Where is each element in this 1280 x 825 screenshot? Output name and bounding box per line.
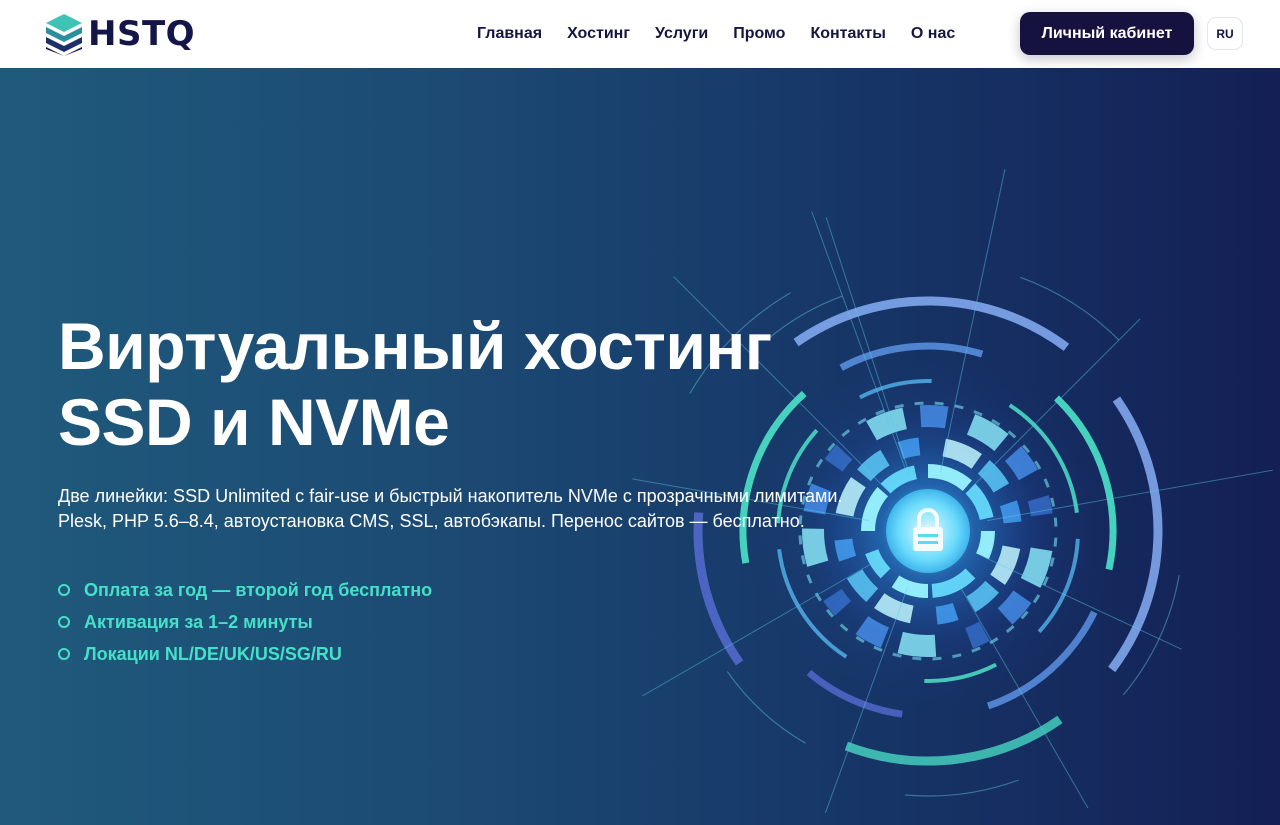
language-switcher[interactable]: RU <box>1207 17 1243 50</box>
nav-item-about[interactable]: О нас <box>911 25 955 43</box>
feature-item: Локации NL/DE/UK/US/SG/RU <box>58 638 432 670</box>
main-nav: Главная Хостинг Услуги Промо Контакты О … <box>477 0 980 68</box>
hero-title-line2: SSD и NVMe <box>58 385 450 459</box>
hero-description: Две линейки: SSD Unlimited с fair-use и … <box>58 484 918 534</box>
logo-link[interactable]: HSTQ <box>44 11 195 57</box>
hero-section: Виртуальный хостинг SSD и NVMe Две линей… <box>0 68 1280 825</box>
feature-item: Активация за 1–2 минуты <box>58 606 432 638</box>
feature-list: Оплата за год — второй год бесплатно Акт… <box>58 574 432 670</box>
personal-account-button[interactable]: Личный кабинет <box>1020 12 1194 55</box>
feature-item: Оплата за год — второй год бесплатно <box>58 574 432 606</box>
nav-item-services[interactable]: Услуги <box>655 25 708 43</box>
bullet-circle-icon <box>58 616 70 628</box>
nav-item-contacts[interactable]: Контакты <box>810 25 885 43</box>
feature-text: Локации NL/DE/UK/US/SG/RU <box>84 643 342 664</box>
site-header: HSTQ Главная Хостинг Услуги Промо Контак… <box>0 0 1280 68</box>
logo-icon <box>46 14 82 56</box>
feature-text: Оплата за год — второй год бесплатно <box>84 579 433 600</box>
nav-item-promo[interactable]: Промо <box>733 25 785 43</box>
hero-description-line1: Две линейки: SSD Unlimited с fair-use и … <box>58 486 843 506</box>
bullet-circle-icon <box>58 648 70 660</box>
nav-item-hosting[interactable]: Хостинг <box>567 25 630 43</box>
hero-description-line2: Plesk, PHP 5.6–8.4, автоустановка CMS, S… <box>58 511 805 531</box>
hero-title-line1: Виртуальный хостинг <box>58 309 772 383</box>
feature-text: Активация за 1–2 минуты <box>84 611 313 632</box>
hero-title: Виртуальный хостинг SSD и NVMe <box>58 308 818 460</box>
nav-item-home[interactable]: Главная <box>477 25 542 43</box>
bullet-circle-icon <box>58 584 70 596</box>
logo-text: HSTQ <box>88 14 196 54</box>
